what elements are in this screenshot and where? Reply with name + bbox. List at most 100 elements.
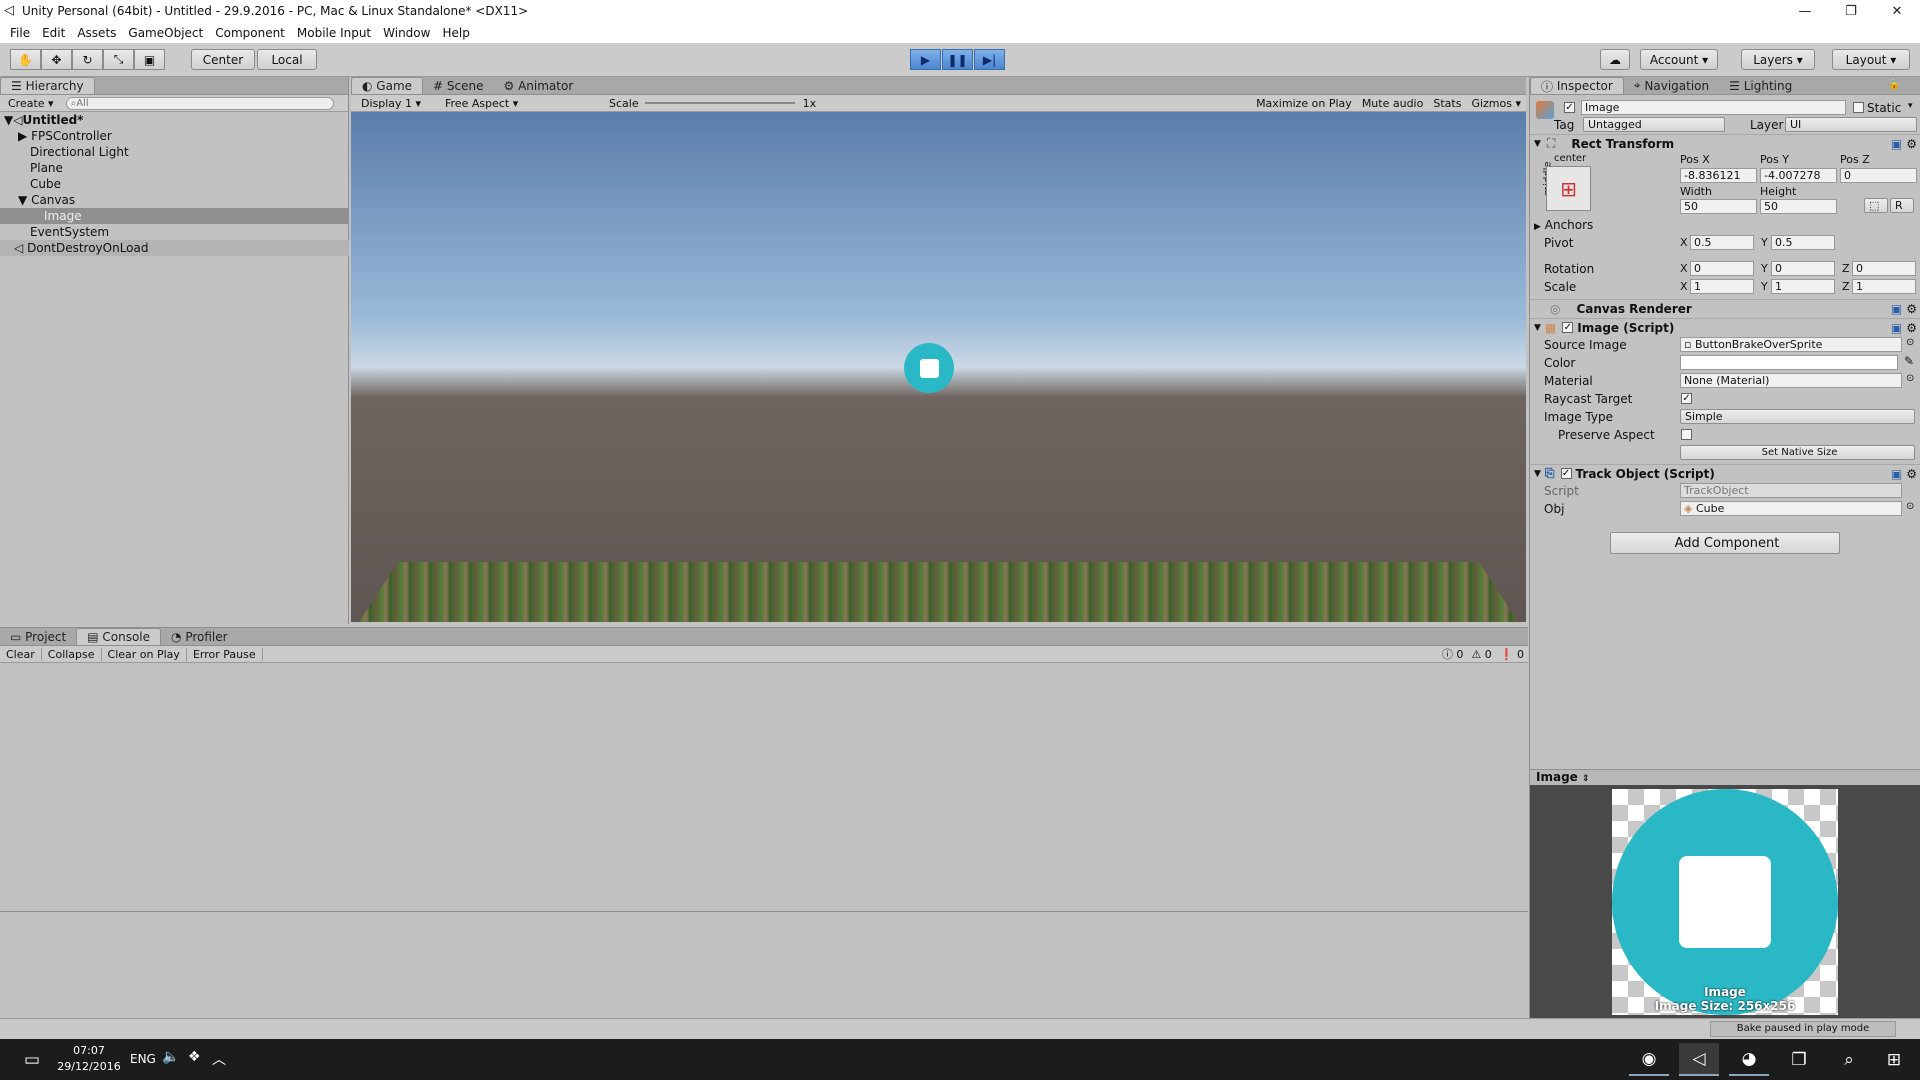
menu-gameobject[interactable]: GameObject <box>122 26 209 40</box>
posx-field[interactable]: -8.836121 <box>1680 168 1757 183</box>
gear-icon[interactable]: ⚙ <box>1906 302 1917 316</box>
image-enabled-checkbox[interactable]: ✓ <box>1562 322 1574 333</box>
mute-audio-toggle[interactable]: Mute audio <box>1357 97 1429 110</box>
hierarchy-item-fpscontroller[interactable]: ▶ FPSController <box>0 128 349 144</box>
material-field[interactable]: None (Material) <box>1680 373 1902 388</box>
raycast-target-checkbox[interactable]: ✓ <box>1681 393 1692 404</box>
play-icon[interactable]: ▶ <box>910 49 941 70</box>
windows-start-icon[interactable]: ⊞ <box>1874 1043 1914 1076</box>
clock[interactable]: 07:07 29/12/2016 <box>54 1043 124 1075</box>
maximize-on-play-toggle[interactable]: Maximize on Play <box>1251 97 1357 110</box>
tab-animator[interactable]: ⚙ Animator <box>494 77 584 94</box>
menu-help[interactable]: Help <box>436 26 475 40</box>
chrome-icon[interactable]: ◕ <box>1729 1043 1769 1076</box>
scale-slider[interactable] <box>644 102 795 104</box>
hierarchy-item-eventsystem[interactable]: EventSystem <box>0 224 349 240</box>
posz-field[interactable]: 0 <box>1840 168 1917 183</box>
tab-profiler[interactable]: ◔ Profiler <box>161 628 238 645</box>
tab-hierarchy[interactable]: ☰ Hierarchy <box>0 77 95 94</box>
pivot-local-button[interactable]: Local <box>257 49 317 70</box>
help-icon[interactable]: ▣ <box>1891 137 1902 151</box>
height-field[interactable]: 50 <box>1760 199 1837 214</box>
clear-on-play-button[interactable]: Clear on Play <box>102 647 187 661</box>
track-object-header[interactable]: ▼ ⎘ ✓ Track Object (Script) ▣ ⚙ <box>1530 464 1920 482</box>
error-count-toggle[interactable]: ❗ 0 <box>1496 648 1528 661</box>
object-picker-icon[interactable]: ⊙ <box>1906 337 1914 348</box>
static-checkbox[interactable] <box>1853 102 1864 113</box>
raw-edit-button[interactable]: R <box>1890 198 1914 213</box>
create-dropdown[interactable]: Create ▾ <box>8 97 54 110</box>
blueprint-mode-button[interactable]: ⬚ <box>1864 198 1888 213</box>
scale-z-field[interactable]: 1 <box>1852 279 1916 294</box>
search-input[interactable]: ⌕All <box>65 96 334 110</box>
hierarchy-item-canvas[interactable]: ▼ Canvas <box>0 192 349 208</box>
layer-dropdown[interactable]: UI <box>1785 117 1917 132</box>
gear-icon[interactable]: ⚙ <box>1906 137 1917 151</box>
menu-edit[interactable]: Edit <box>36 26 71 40</box>
lock-icon[interactable]: 🔒 <box>1888 79 1900 90</box>
rect-icon[interactable]: ▣ <box>134 49 165 70</box>
rotation-x-field[interactable]: 0 <box>1690 261 1754 276</box>
cloud-icon[interactable]: ☁ <box>1600 49 1630 70</box>
menu-component[interactable]: Component <box>209 26 291 40</box>
pivot-y-field[interactable]: 0.5 <box>1771 235 1835 250</box>
set-native-size-button[interactable]: Set Native Size <box>1680 445 1915 460</box>
dontdestroy-row[interactable]: ◁ DontDestroyOnLoad <box>0 240 349 256</box>
account-dropdown[interactable]: Account ▾ <box>1640 49 1718 70</box>
display-dropdown[interactable]: Display 1 ▾ <box>361 97 435 110</box>
stats-toggle[interactable]: Stats <box>1428 97 1466 110</box>
warning-count-toggle[interactable]: ⚠ 0 <box>1467 648 1495 661</box>
add-component-button[interactable]: Add Component <box>1610 532 1840 554</box>
clear-button[interactable]: Clear <box>0 647 42 661</box>
menu-file[interactable]: File <box>4 26 36 40</box>
hierarchy-item-plane[interactable]: Plane <box>0 160 349 176</box>
tab-console[interactable]: ▤ Console <box>76 628 162 645</box>
minimize-icon[interactable]: — <box>1782 0 1828 22</box>
help-icon[interactable]: ▣ <box>1891 321 1902 335</box>
object-picker-icon[interactable]: ⊙ <box>1906 501 1914 512</box>
brake-button-image[interactable] <box>904 343 954 393</box>
preserve-aspect-checkbox[interactable] <box>1681 429 1692 440</box>
close-icon[interactable]: ✕ <box>1874 0 1920 22</box>
layers-dropdown[interactable]: Layers ▾ <box>1741 49 1815 70</box>
posy-field[interactable]: -4.007278 <box>1760 168 1837 183</box>
language-indicator[interactable]: ENG <box>130 1052 156 1066</box>
info-count-toggle[interactable]: ⓘ 0 <box>1438 646 1468 662</box>
anchor-preset-button[interactable]: ⊞ <box>1546 166 1591 211</box>
error-pause-button[interactable]: Error Pause <box>187 647 263 661</box>
canvas-renderer-header[interactable]: ◎ Canvas Renderer ▣ ⚙ <box>1530 299 1920 317</box>
pivot-center-button[interactable]: Center <box>191 49 255 70</box>
gizmos-dropdown[interactable]: Gizmos ▾ <box>1466 97 1526 110</box>
image-script-header[interactable]: ▼ ▦ ✓ Image (Script) ▣ ⚙ <box>1530 318 1920 336</box>
search-icon[interactable]: ⌕ <box>1829 1043 1869 1076</box>
tab-scene[interactable]: # Scene <box>423 77 493 94</box>
pivot-x-field[interactable]: 0.5 <box>1690 235 1754 250</box>
gear-icon[interactable]: ⚙ <box>1906 321 1917 335</box>
width-field[interactable]: 50 <box>1680 199 1757 214</box>
scale-x-field[interactable]: 1 <box>1690 279 1754 294</box>
aspect-dropdown[interactable]: Free Aspect ▾ <box>445 97 603 110</box>
console-divider[interactable] <box>0 911 1528 912</box>
volume-icon[interactable]: 🔈 <box>162 1049 179 1065</box>
game-viewport[interactable] <box>351 112 1526 622</box>
tab-inspector[interactable]: ⓘ Inspector <box>1530 77 1624 94</box>
hierarchy-item-image-selected[interactable]: Image <box>0 208 349 224</box>
menu-assets[interactable]: Assets <box>71 26 122 40</box>
source-image-field[interactable]: ▫ ButtonBrakeOverSprite <box>1680 337 1902 352</box>
pause-icon[interactable]: ❚❚ <box>942 49 973 70</box>
task-view-icon[interactable]: ❐ <box>1779 1043 1819 1076</box>
help-icon[interactable]: ▣ <box>1891 302 1902 316</box>
hierarchy-item-cube[interactable]: Cube <box>0 176 349 192</box>
tab-lighting[interactable]: ☰ Lighting <box>1719 77 1802 94</box>
image-type-dropdown[interactable]: Simple <box>1680 409 1915 424</box>
tab-project[interactable]: ▭ Project <box>0 628 76 645</box>
tag-dropdown[interactable]: Untagged <box>1583 117 1725 132</box>
move-icon[interactable]: ✥ <box>41 49 72 70</box>
static-dropdown-icon[interactable]: ▾ <box>1908 101 1913 111</box>
tab-navigation[interactable]: ⌖ Navigation <box>1624 77 1719 94</box>
active-checkbox[interactable]: ✓ <box>1564 102 1575 113</box>
track-enabled-checkbox[interactable]: ✓ <box>1560 468 1572 479</box>
help-icon[interactable]: ▣ <box>1891 467 1902 481</box>
object-name-field[interactable]: Image <box>1581 100 1846 115</box>
object-picker-icon[interactable]: ⊙ <box>1906 373 1914 384</box>
